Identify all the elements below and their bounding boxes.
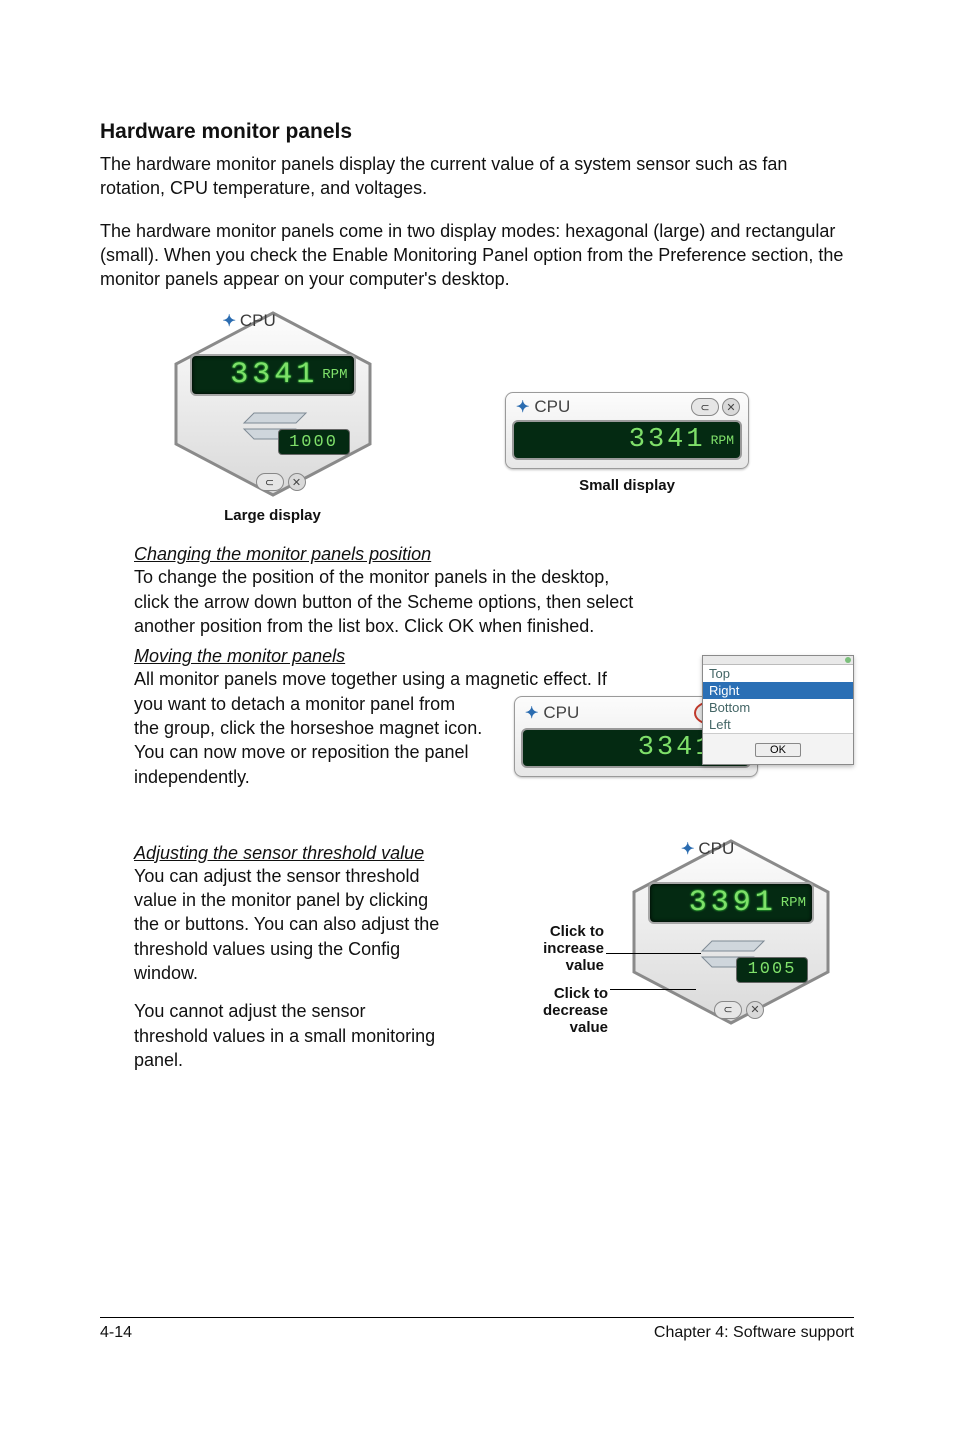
large-display-caption: Large display bbox=[224, 507, 321, 524]
hex-large-lcd: 3341 RPM bbox=[190, 354, 356, 396]
heading-adjust: Adjusting the sensor threshold value bbox=[134, 843, 482, 864]
scheme-option-bottom[interactable]: Bottom bbox=[703, 699, 853, 716]
rect-move-label: CPU bbox=[543, 703, 579, 723]
scheme-option-top[interactable]: Top bbox=[703, 665, 853, 682]
hex-adjust-value: 3391 bbox=[689, 886, 777, 920]
hex-adjust-threshold: 1005 bbox=[736, 957, 808, 983]
rect-small-value: 3341 bbox=[629, 425, 706, 455]
hex-large-unit: RPM bbox=[322, 367, 347, 383]
section-title: Hardware monitor panels bbox=[100, 120, 854, 144]
hex-large-label: CPU bbox=[240, 311, 276, 331]
annotation-increase: Click to increase value bbox=[514, 923, 604, 975]
footer-page-number: 4-14 bbox=[100, 1324, 132, 1342]
close-icon[interactable]: ✕ bbox=[746, 1001, 764, 1019]
scheme-dropdown[interactable]: Top Right Bottom Left OK bbox=[702, 655, 854, 765]
bolt-icon: ✦ bbox=[223, 311, 236, 331]
small-display-caption: Small display bbox=[579, 477, 675, 494]
bolt-icon: ✦ bbox=[516, 397, 529, 417]
paragraph-moving-2: you want to detach a monitor panel from … bbox=[134, 692, 484, 789]
hex-large-value: 3341 bbox=[230, 358, 318, 392]
annotation-decrease: Click to decrease value bbox=[518, 985, 608, 1037]
close-icon[interactable]: ✕ bbox=[288, 473, 306, 491]
scheme-option-left[interactable]: Left bbox=[703, 716, 853, 733]
hex-adjust-label: CPU bbox=[698, 839, 734, 859]
hex-large-threshold: 1000 bbox=[278, 429, 350, 455]
magnet-icon[interactable]: ⊂ bbox=[714, 1001, 742, 1019]
paragraph-adjust-2: You cannot adjust the sensor threshold v… bbox=[134, 999, 444, 1072]
magnet-icon[interactable]: ⊂ bbox=[691, 398, 719, 416]
footer-chapter: Chapter 4: Software support bbox=[654, 1324, 854, 1342]
bolt-icon: ✦ bbox=[681, 839, 694, 859]
intro-paragraph-2: The hardware monitor panels come in two … bbox=[100, 219, 854, 292]
hex-adjust-unit: RPM bbox=[781, 895, 806, 911]
scheme-ok-button[interactable]: OK bbox=[755, 743, 801, 757]
rect-panel-small: ✦ CPU ⊂ ✕ 3341 RPM bbox=[505, 392, 749, 469]
hex-panel-large: ✦ CPU 3341 RPM 1000 ⊂ ✕ bbox=[168, 309, 378, 499]
heading-changing-position: Changing the monitor panels position bbox=[134, 544, 854, 565]
rect-small-unit: RPM bbox=[711, 433, 734, 448]
hex-panel-adjust: ✦ CPU 3391 RPM 1005 ⊂ ✕ bbox=[626, 837, 836, 1027]
intro-paragraph-1: The hardware monitor panels display the … bbox=[100, 152, 854, 201]
magnet-icon[interactable]: ⊂ bbox=[256, 473, 284, 491]
paragraph-adjust-1: You can adjust the sensor threshold valu… bbox=[134, 864, 444, 985]
rect-small-label: CPU bbox=[534, 397, 570, 417]
bolt-icon: ✦ bbox=[525, 703, 538, 723]
close-icon[interactable]: ✕ bbox=[722, 398, 740, 416]
paragraph-changing: To change the position of the monitor pa… bbox=[134, 565, 634, 638]
scheme-option-right[interactable]: Right bbox=[703, 682, 853, 699]
